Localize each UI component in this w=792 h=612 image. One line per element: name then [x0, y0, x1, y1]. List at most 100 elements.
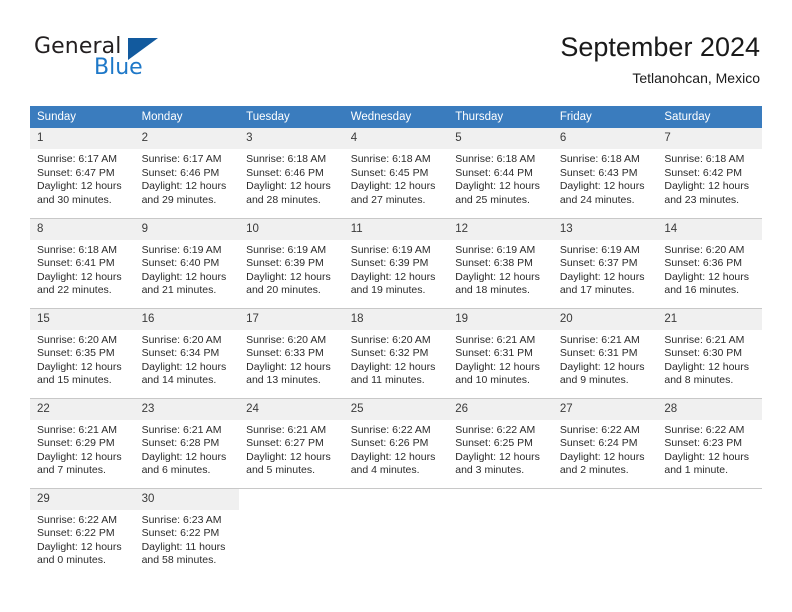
day-number: 7: [657, 128, 762, 149]
day-cell[interactable]: 25 Sunrise: 6:22 AM Sunset: 6:26 PM Dayligh…: [343, 397, 449, 488]
daylight-text-line1: Daylight: 12 hours: [350, 270, 436, 283]
sunset-text: Sunset: 6:39 PM: [350, 257, 429, 270]
daylight-text-line2: and 13 minutes.: [246, 374, 321, 387]
day-number: [657, 489, 762, 510]
day-cell[interactable]: 4 Sunrise: 6:18 AM Sunset: 6:45 PM Daylight…: [343, 128, 449, 218]
day-cell[interactable]: 20 Sunrise: 6:21 AM Sunset: 6:31 PM Dayligh…: [552, 307, 658, 398]
day-cell[interactable]: 18 Sunrise: 6:20 AM Sunset: 6:32 PM Dayligh…: [343, 307, 449, 398]
sunset-text: Sunset: 6:47 PM: [37, 166, 115, 179]
day-cell-empty: [657, 487, 762, 576]
sunrise-text: Sunrise: 6:20 AM: [350, 333, 431, 346]
day-cell[interactable]: 23 Sunrise: 6:21 AM Sunset: 6:28 PM Dayligh…: [134, 397, 240, 488]
daylight-text-line1: Daylight: 12 hours: [37, 270, 122, 283]
sunrise-text: Sunrise: 6:22 AM: [664, 423, 745, 436]
sunrise-text: Sunrise: 6:18 AM: [664, 153, 745, 165]
day-cell[interactable]: 21 Sunrise: 6:21 AM Sunset: 6:30 PM Dayligh…: [657, 307, 762, 398]
daylight-text-line2: and 3 minutes.: [455, 464, 525, 477]
day-cell[interactable]: 15 Sunrise: 6:20 AM Sunset: 6:35 PM Dayligh…: [30, 307, 135, 398]
daylight-text-line2: and 16 minutes.: [664, 284, 740, 297]
sunrise-text: Sunrise: 6:18 AM: [37, 243, 117, 256]
day-cell[interactable]: 26 Sunrise: 6:22 AM Sunset: 6:25 PM Dayligh…: [448, 397, 553, 488]
daylight-text-line1: Daylight: 12 hours: [664, 180, 750, 193]
day-cell[interactable]: 14 Sunrise: 6:20 AM Sunset: 6:36 PM Dayligh…: [657, 217, 762, 308]
day-number: 14: [657, 218, 762, 240]
sunrise-text: Sunrise: 6:22 AM: [37, 513, 117, 526]
day-number: 28: [657, 398, 762, 420]
weekday-header-sunday: Sunday: [30, 106, 135, 128]
day-details: Sunrise: 6:22 AM Sunset: 6:23 PM Daylight:…: [657, 420, 762, 478]
daylight-text-line2: and 17 minutes.: [559, 284, 635, 297]
day-details: Sunrise: 6:18 AM Sunset: 6:45 PM Daylight:…: [344, 149, 449, 207]
day-cell[interactable]: 9 Sunrise: 6:19 AM Sunset: 6:40 PM Daylight…: [134, 217, 240, 308]
weekday-header-saturday: Saturday: [657, 106, 762, 128]
day-number: [448, 489, 553, 510]
day-cell[interactable]: 1 Sunrise: 6:17 AM Sunset: 6:47 PM Daylight…: [30, 128, 135, 218]
day-details: Sunrise: 6:18 AM Sunset: 6:44 PM Daylight:…: [448, 149, 553, 207]
day-cell[interactable]: 12 Sunrise: 6:19 AM Sunset: 6:38 PM Dayligh…: [448, 217, 553, 308]
day-number: 5: [448, 128, 553, 149]
sunset-text: Sunset: 6:40 PM: [141, 257, 220, 270]
day-cell[interactable]: 19 Sunrise: 6:21 AM Sunset: 6:31 PM Dayligh…: [448, 307, 553, 398]
day-number: 9: [134, 218, 240, 240]
day-details: Sunrise: 6:21 AM Sunset: 6:31 PM Daylight:…: [448, 330, 553, 388]
daylight-text-line2: and 4 minutes.: [350, 464, 420, 477]
daylight-text-line1: Daylight: 12 hours: [664, 360, 750, 373]
daylight-text-line1: Daylight: 12 hours: [664, 450, 750, 463]
day-cell[interactable]: 16 Sunrise: 6:20 AM Sunset: 6:34 PM Dayligh…: [134, 307, 240, 398]
daylight-text-line1: Daylight: 12 hours: [37, 540, 122, 553]
general-blue-logo[interactable]: General Blue: [34, 34, 164, 86]
daylight-text-line2: and 9 minutes.: [559, 374, 629, 387]
day-cell[interactable]: 13 Sunrise: 6:19 AM Sunset: 6:37 PM Dayligh…: [552, 217, 658, 308]
day-cell[interactable]: 7 Sunrise: 6:18 AM Sunset: 6:42 PM Daylight…: [657, 128, 762, 218]
day-details: Sunrise: 6:20 AM Sunset: 6:34 PM Daylight:…: [135, 330, 240, 388]
logo-text-blue: Blue: [94, 55, 143, 80]
day-cell[interactable]: 22 Sunrise: 6:21 AM Sunset: 6:29 PM Dayligh…: [30, 397, 135, 488]
sunset-text: Sunset: 6:23 PM: [664, 437, 743, 450]
sunset-text: Sunset: 6:46 PM: [246, 166, 324, 179]
day-number: 21: [657, 308, 762, 330]
daylight-text-line1: Daylight: 12 hours: [350, 360, 436, 373]
sunrise-text: Sunrise: 6:17 AM: [141, 153, 222, 165]
sunrise-text: Sunrise: 6:18 AM: [246, 153, 327, 165]
day-cell[interactable]: 10 Sunrise: 6:19 AM Sunset: 6:39 PM Dayligh…: [239, 217, 344, 308]
day-cell[interactable]: 28 Sunrise: 6:22 AM Sunset: 6:23 PM Dayligh…: [657, 397, 762, 488]
day-number: [344, 489, 449, 510]
day-cell[interactable]: 27 Sunrise: 6:22 AM Sunset: 6:24 PM Dayligh…: [552, 397, 658, 488]
daylight-text-line1: Daylight: 12 hours: [246, 450, 331, 463]
daylight-text-line1: Daylight: 12 hours: [37, 360, 122, 373]
sunset-text: Sunset: 6:34 PM: [141, 347, 220, 360]
day-cell[interactable]: 11 Sunrise: 6:19 AM Sunset: 6:39 PM Dayligh…: [343, 217, 449, 308]
day-number: 12: [448, 218, 553, 240]
sunset-text: Sunset: 6:22 PM: [141, 527, 220, 540]
day-cell[interactable]: 8 Sunrise: 6:18 AM Sunset: 6:41 PM Daylight…: [30, 217, 135, 308]
day-cell[interactable]: 24 Sunrise: 6:21 AM Sunset: 6:27 PM Dayligh…: [239, 397, 344, 488]
sunrise-text: Sunrise: 6:20 AM: [664, 243, 745, 256]
sunrise-text: Sunrise: 6:20 AM: [37, 333, 117, 346]
day-number: [553, 489, 658, 510]
day-cell[interactable]: 29 Sunrise: 6:22 AM Sunset: 6:22 PM Dayligh…: [30, 487, 135, 576]
day-number: 15: [30, 308, 135, 330]
day-cell[interactable]: 6 Sunrise: 6:18 AM Sunset: 6:43 PM Daylight…: [552, 128, 658, 218]
sunset-text: Sunset: 6:24 PM: [559, 437, 638, 450]
sunrise-text: Sunrise: 6:21 AM: [141, 423, 222, 436]
daylight-text-line2: and 6 minutes.: [141, 464, 211, 477]
sunrise-text: Sunrise: 6:21 AM: [559, 333, 640, 346]
sunset-text: Sunset: 6:31 PM: [455, 347, 533, 360]
day-number: 30: [134, 488, 240, 510]
daylight-text-line2: and 8 minutes.: [664, 374, 734, 387]
day-cell[interactable]: 30 Sunrise: 6:23 AM Sunset: 6:22 PM Dayligh…: [134, 487, 240, 576]
day-cell[interactable]: 5 Sunrise: 6:18 AM Sunset: 6:44 PM Daylight…: [448, 128, 553, 218]
day-number: 16: [134, 308, 240, 330]
day-details: Sunrise: 6:21 AM Sunset: 6:28 PM Daylight:…: [135, 420, 240, 478]
daylight-text-line2: and 20 minutes.: [246, 284, 321, 297]
sunrise-text: Sunrise: 6:22 AM: [455, 423, 536, 436]
day-cell[interactable]: 17 Sunrise: 6:20 AM Sunset: 6:33 PM Dayligh…: [239, 307, 344, 398]
day-number: 17: [239, 308, 344, 330]
day-details: Sunrise: 6:18 AM Sunset: 6:46 PM Daylight:…: [239, 149, 344, 207]
page-title: September 2024: [560, 32, 760, 62]
day-details: Sunrise: 6:18 AM Sunset: 6:43 PM Daylight:…: [553, 149, 658, 207]
daylight-text-line1: Daylight: 12 hours: [141, 270, 227, 283]
sunrise-text: Sunrise: 6:21 AM: [37, 423, 117, 436]
day-cell[interactable]: 3 Sunrise: 6:18 AM Sunset: 6:46 PM Daylight…: [239, 128, 344, 218]
day-cell[interactable]: 2 Sunrise: 6:17 AM Sunset: 6:46 PM Daylight…: [134, 128, 240, 218]
